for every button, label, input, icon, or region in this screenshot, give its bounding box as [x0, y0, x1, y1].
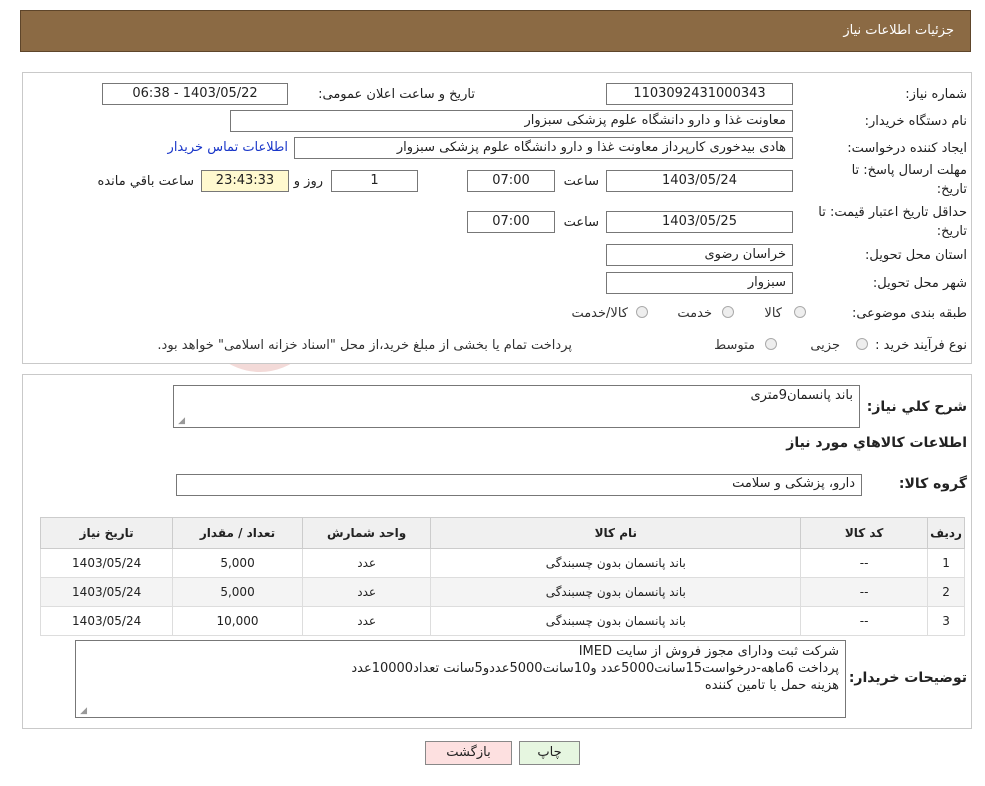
table-header-row: رديف کد کالا نام کالا واحد شمارش تعداد /… — [39, 517, 965, 549]
description-text: باند پانسمان9متری — [750, 388, 854, 403]
goods-group-field: دارو، پزشکی و سلامت — [176, 474, 862, 496]
days-label: روز و — [293, 174, 323, 189]
days-remaining-field: 1 — [331, 170, 418, 192]
buyer-note-line: هزینه حمل با تامین کننده — [704, 678, 839, 693]
category-label: طبقه بندی موضوعی: — [851, 306, 967, 321]
validity-time-label: ساعت — [563, 215, 599, 230]
validity-label: حداقل تاریخ اعتبار قیمت: تا — [818, 205, 967, 220]
col-item-code: کد کالا — [800, 517, 929, 549]
cell-need-date: 1403/05/24 — [39, 577, 174, 607]
requester-label: ایجاد کننده درخواست: — [847, 141, 967, 156]
city-label: شهر محل تحویل: — [872, 276, 967, 291]
buyer-contact-link[interactable]: اطلاعات تماس خریدار — [168, 140, 288, 155]
description-field: باند پانسمان9متری ◢ — [173, 385, 860, 428]
process-minor-radio[interactable] — [856, 338, 868, 350]
remaining-time-field: 23:43:33 — [201, 170, 289, 192]
buyer-notes-label: توضیحات خریدار: — [848, 670, 967, 686]
validity-date-field: 1403/05/25 — [606, 211, 793, 233]
province-field: خراسان رضوی — [606, 244, 793, 266]
category-goods-service-label: کالا/خدمت — [571, 306, 628, 321]
buyer-note-line: پرداخت 6ماهه-درخواست15سانت5000عدد و10سان… — [351, 661, 839, 676]
cell-row-number: 2 — [927, 577, 965, 607]
cell-quantity: 10,000 — [172, 606, 303, 636]
deadline-time-field: 07:00 — [467, 170, 555, 192]
page-header: جزئیات اطلاعات نیاز — [20, 10, 971, 52]
requester-field: هادی بیدخوری کارپرداز معاونت غذا و دارو … — [294, 137, 793, 159]
cell-row-number: 3 — [927, 606, 965, 636]
cell-unit: عدد — [301, 548, 432, 578]
validity-label-2: تاریخ: — [936, 224, 967, 239]
cell-need-date: 1403/05/24 — [39, 548, 174, 578]
category-goods-service-radio[interactable] — [636, 306, 648, 318]
table-row: 1 -- باند پانسمان بدون چسبندگی عدد 5,000… — [39, 548, 965, 578]
deadline-label-2: تاریخ: — [936, 182, 967, 197]
category-goods-label: کالا — [764, 306, 782, 321]
cell-unit: عدد — [301, 577, 432, 607]
page-title: جزئیات اطلاعات نیاز — [843, 23, 954, 38]
need-number-field: 1103092431000343 — [606, 83, 793, 105]
buyer-notes-field: شرکت ثبت ودارای مجوز فروش از سایت IMED پ… — [75, 640, 846, 718]
col-quantity: تعداد / مقدار — [172, 517, 303, 549]
deadline-label: مهلت ارسال پاسخ: تا — [851, 163, 967, 178]
cell-item-code: -- — [800, 606, 929, 636]
cell-item-code: -- — [800, 548, 929, 578]
goods-info-title: اطلاعات کالاهاي مورد نياز — [786, 435, 967, 451]
need-number-label: شماره نیاز: — [905, 87, 967, 102]
col-item-name: نام کالا — [430, 517, 802, 549]
process-medium-radio[interactable] — [765, 338, 777, 350]
resize-grip-icon[interactable]: ◢ — [79, 707, 87, 716]
table-row: 2 -- باند پانسمان بدون چسبندگی عدد 5,000… — [39, 577, 965, 607]
category-service-radio[interactable] — [722, 306, 734, 318]
cell-item-name: باند پانسمان بدون چسبندگی — [430, 577, 802, 607]
announce-label: تاریخ و ساعت اعلان عمومی: — [318, 87, 475, 102]
goods-group-label: گروه کالا: — [898, 476, 967, 492]
payment-note: پرداخت تمام یا بخشی از مبلغ خرید،از محل … — [157, 338, 572, 353]
announce-datetime-field: 1403/05/22 - 06:38 — [102, 83, 288, 105]
process-type-label: نوع فرآیند خرید : — [875, 338, 967, 353]
col-row-number: رديف — [927, 517, 965, 549]
buyer-note-line: شرکت ثبت ودارای مجوز فروش از سایت IMED — [578, 644, 839, 659]
cell-item-name: باند پانسمان بدون چسبندگی — [430, 606, 802, 636]
cell-item-code: -- — [800, 577, 929, 607]
print-button[interactable]: چاپ — [519, 741, 580, 765]
goods-group-text: دارو، پزشکی و سلامت — [732, 476, 855, 491]
deadline-date-field: 1403/05/24 — [606, 170, 793, 192]
buyer-org-label: نام دستگاه خریدار: — [864, 114, 967, 129]
back-button[interactable]: بازگشت — [425, 741, 512, 765]
process-medium-label: متوسط — [714, 338, 755, 353]
city-field: سبزوار — [606, 272, 793, 294]
province-label: استان محل تحویل: — [865, 248, 967, 263]
category-goods-radio[interactable] — [794, 306, 806, 318]
process-minor-label: جزیی — [810, 338, 840, 353]
cell-quantity: 5,000 — [172, 577, 303, 607]
table-row: 3 -- باند پانسمان بدون چسبندگی عدد 10,00… — [39, 606, 965, 636]
cell-need-date: 1403/05/24 — [39, 606, 174, 636]
validity-time-field: 07:00 — [467, 211, 555, 233]
resize-grip-icon[interactable]: ◢ — [177, 417, 185, 426]
buyer-org-field: معاونت غذا و دارو دانشگاه علوم پزشکی سبز… — [230, 110, 793, 132]
category-service-label: خدمت — [677, 306, 712, 321]
col-unit: واحد شمارش — [301, 517, 432, 549]
cell-quantity: 5,000 — [172, 548, 303, 578]
cell-row-number: 1 — [927, 548, 965, 578]
cell-unit: عدد — [301, 606, 432, 636]
col-need-date: تاريخ نياز — [39, 517, 174, 549]
items-table: رديف کد کالا نام کالا واحد شمارش تعداد /… — [39, 517, 965, 636]
description-label: شرح کلي نياز: — [866, 399, 967, 415]
remaining-label: ساعت باقي مانده — [97, 174, 194, 189]
cell-item-name: باند پانسمان بدون چسبندگی — [430, 548, 802, 578]
deadline-time-label: ساعت — [563, 174, 599, 189]
